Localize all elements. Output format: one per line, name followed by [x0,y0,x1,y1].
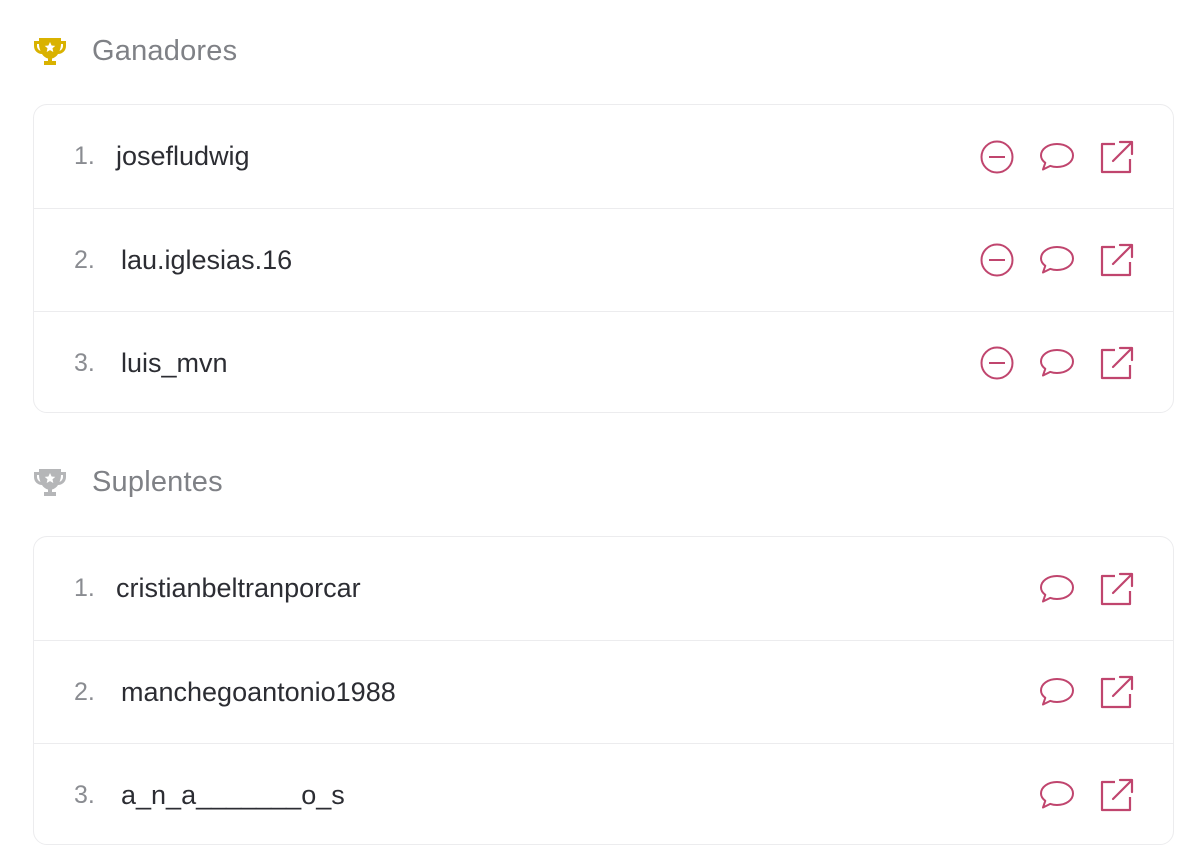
speech-bubble-icon[interactable] [1037,569,1077,609]
username: cristianbeltranporcar [116,573,361,603]
speech-bubble-icon[interactable] [1037,775,1077,815]
minus-circle-icon[interactable] [977,343,1017,383]
winner-row: 3. luis_mvn [34,311,1173,414]
substitutes-header: Suplentes [32,462,223,502]
speech-bubble-icon[interactable] [1037,672,1077,712]
rank-number: 2. [74,245,95,274]
substitute-row: 2. manchegoantonio1988 [34,640,1173,743]
winner-row: 2. lau.iglesias.16 [34,208,1173,311]
substitute-row: 3. a_n_a_______o_s [34,743,1173,846]
substitute-row: 1. cristianbeltranporcar [34,537,1173,640]
username: a_n_a_______o_s [121,779,345,810]
rank-number: 1. [74,574,95,602]
winners-list: 1. josefludwig 2. lau.iglesias.16 3. lui… [33,104,1174,413]
winners-header: Ganadores [32,31,237,71]
substitutes-title: Suplentes [92,465,223,498]
substitutes-list: 1. cristianbeltranporcar 2. manchegoanto… [33,536,1174,845]
rank-number: 1. [74,142,95,170]
rank-number: 2. [74,677,95,706]
trophy-gold-icon [32,33,68,69]
external-link-icon[interactable] [1097,137,1137,177]
minus-circle-icon[interactable] [977,240,1017,280]
external-link-icon[interactable] [1097,672,1137,712]
username: manchegoantonio1988 [121,676,396,707]
speech-bubble-icon[interactable] [1037,343,1077,383]
winners-title: Ganadores [92,34,238,67]
minus-circle-icon[interactable] [977,137,1017,177]
speech-bubble-icon[interactable] [1037,240,1077,280]
username: lau.iglesias.16 [121,244,293,275]
rank-number: 3. [74,780,95,809]
external-link-icon[interactable] [1097,569,1137,609]
external-link-icon[interactable] [1097,343,1137,383]
rank-number: 3. [74,348,95,377]
username: luis_mvn [121,347,228,378]
winner-row: 1. josefludwig [34,105,1173,208]
trophy-silver-icon [32,464,68,500]
username: josefludwig [116,141,250,171]
external-link-icon[interactable] [1097,775,1137,815]
speech-bubble-icon[interactable] [1037,137,1077,177]
external-link-icon[interactable] [1097,240,1137,280]
